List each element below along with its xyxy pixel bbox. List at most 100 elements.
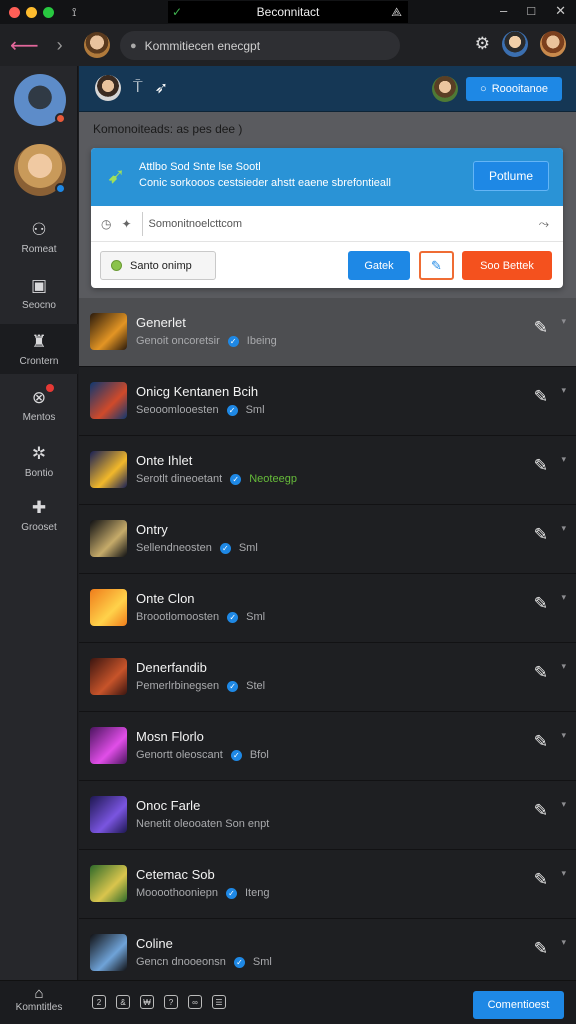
comment-button[interactable]: Comentioest [473, 991, 564, 1019]
pin-icon[interactable]: ✎ [534, 525, 548, 545]
list-item[interactable]: Onte Clon Broootlomoosten ✓ Sml ✎ ▾ [79, 574, 576, 643]
sidebar-item-mentos[interactable]: ⊗ Mentos [0, 384, 78, 428]
sidebar-item-seocno[interactable]: ▣ Seocno [0, 272, 78, 316]
pin-icon[interactable]: ✎ [534, 318, 548, 338]
header-button-label: Roooitanoe [491, 83, 548, 95]
tool-icon-6[interactable]: ☰ [212, 995, 226, 1009]
list-item-title: Ontry [136, 522, 168, 537]
tool-icon-2[interactable]: & [116, 995, 130, 1009]
edit-icon[interactable]: ✎ [419, 251, 454, 280]
list-item[interactable]: Onte Ihlet Serotlt dineoetant ✓ Neoteegp ✎ ▾ [79, 436, 576, 505]
game-thumbnail [90, 865, 127, 902]
header-user-avatar[interactable] [432, 76, 458, 102]
game-thumbnail [90, 313, 127, 350]
sidebar-item-grooset[interactable]: ✚ Grooset [0, 494, 78, 538]
tool-icon-1[interactable]: 2 [92, 995, 106, 1009]
close-window-button[interactable] [9, 6, 20, 18]
list-item-title: Cetemac Sob [136, 867, 215, 882]
tool-icon-3[interactable]: ₩ [140, 995, 154, 1009]
chevron-down-icon[interactable]: ▾ [561, 799, 566, 810]
secondary-action-button[interactable]: Soo Bettek [462, 251, 552, 280]
bottom-tools: 2 & ₩ ? ∞ ☰ [92, 995, 226, 1009]
notice-button[interactable]: Potlume [473, 161, 549, 191]
castle-icon[interactable]: ⍑ [133, 79, 143, 97]
list-item-tag: Iteng [244, 887, 270, 899]
header-action-button[interactable]: ○ Roooitanoe [466, 77, 562, 101]
pin-icon[interactable]: ✎ [534, 456, 548, 476]
chevron-down-icon[interactable]: ▾ [561, 730, 566, 741]
user-avatar[interactable] [502, 31, 528, 57]
minimize-icon[interactable]: – [500, 3, 507, 19]
close-icon[interactable]: ✕ [555, 3, 566, 19]
window-traffic-lights [9, 6, 54, 18]
user-avatar-2[interactable] [540, 31, 566, 57]
pin-icon[interactable]: ⟁ [391, 5, 402, 20]
pin-icon[interactable]: ✎ [534, 870, 548, 890]
list-item[interactable]: Ontry Sellendneosten ✓ Sml ✎ ▾ [79, 505, 576, 574]
home-icon: ⌂ [34, 985, 44, 1002]
header-avatar[interactable] [95, 75, 121, 101]
gamepad-icon: ⚇ [31, 220, 47, 239]
maximize-icon[interactable]: □ [527, 3, 535, 19]
sidebar-item-crontern[interactable]: ♜ Crontern [0, 324, 78, 374]
list-item-subtitle: Serotlt dineoetant ✓ Neoteegp [136, 473, 297, 485]
chevron-down-icon[interactable]: ▾ [561, 454, 566, 465]
minimize-window-button[interactable] [26, 6, 37, 18]
sidebar-item-romeat[interactable]: ⚇ Romeat [0, 216, 78, 260]
list-item-tag: Sml [245, 404, 265, 416]
pin-icon[interactable]: ✎ [534, 387, 548, 407]
game-thumbnail [90, 727, 127, 764]
list-item[interactable]: Onicg Kentanen Bcih Seooomlooesten ✓ Sml ✎ ▾ [79, 367, 576, 436]
share-icon[interactable]: ⤳ [539, 216, 549, 232]
list-item-meta: Serotlt dineoetant [136, 473, 223, 485]
pin-icon[interactable]: ✎ [534, 801, 548, 821]
sidebar-item-bontio[interactable]: ✲ Bontio [0, 440, 78, 484]
zoom-window-button[interactable] [43, 6, 54, 18]
verified-icon: ✓ [233, 956, 245, 968]
chevron-down-icon[interactable]: ▾ [561, 661, 566, 672]
sidebar-avatar-primary[interactable] [14, 74, 66, 126]
sidebar-item-label: Romeat [21, 244, 57, 255]
list-item[interactable]: Mosn Florlo Genortt oleoscant ✓ Bfol ✎ ▾ [79, 712, 576, 781]
status-dot-icon [111, 260, 122, 271]
verified-icon: ✓ [230, 749, 242, 761]
bird-icon[interactable]: ➶ [155, 78, 168, 98]
pin-icon[interactable]: ✎ [534, 732, 548, 752]
chevron-down-icon[interactable]: ▾ [561, 385, 566, 396]
list-item-tag: Sml [252, 956, 272, 968]
pin-icon[interactable]: ✎ [534, 939, 548, 959]
chevron-down-icon[interactable]: ▾ [561, 523, 566, 534]
url-text: Somonitnoelcttcom [148, 217, 243, 230]
tool-icon-4[interactable]: ? [164, 995, 178, 1009]
clock-icon[interactable]: ◷ [101, 217, 111, 231]
list-item[interactable]: Onoc Farle Nenetit oleooaten Son enpt ✎ ▾ [79, 781, 576, 850]
tool-icon-5[interactable]: ∞ [188, 995, 202, 1009]
chevron-down-icon[interactable]: ▾ [561, 868, 566, 879]
list-item-meta: Nenetit oleooaten Son enpt [136, 818, 270, 830]
sidebar-avatar-secondary[interactable] [14, 144, 66, 196]
status-selector[interactable]: Santo onimp [100, 251, 216, 280]
list-item-meta: Genortt oleoscant [136, 749, 223, 761]
pin-icon[interactable]: ✎ [534, 594, 548, 614]
pin-icon[interactable]: ✎ [534, 663, 548, 683]
game-list: Generlet Genoit oncoretsir ✓ Ibeing ✎ ▾ Onicg … [79, 298, 576, 988]
chevron-down-icon[interactable]: ▾ [561, 592, 566, 603]
list-item[interactable]: Generlet Genoit oncoretsir ✓ Ibeing ✎ ▾ [79, 298, 576, 367]
list-item[interactable]: Denerfandib Pemerlrbinegsen ✓ Stel ✎ ▾ [79, 643, 576, 712]
url-field[interactable]: Somonitnoelcttcom [141, 211, 243, 236]
profile-avatar[interactable] [84, 32, 110, 58]
game-thumbnail [90, 520, 127, 557]
chevron-down-icon[interactable]: ▾ [561, 937, 566, 948]
home-nav-item[interactable]: ⌂ Komntitles [0, 985, 78, 1013]
address-bar[interactable]: ● Kommitiecen enecgpt [120, 31, 400, 60]
chevron-down-icon[interactable]: ▾ [561, 316, 566, 327]
list-item[interactable]: Cetemac Sob Moooothooniepn ✓ Iteng ✎ ▾ [79, 850, 576, 919]
verified-icon: ✓ [230, 473, 242, 485]
forward-arrow-icon[interactable]: › [57, 35, 63, 56]
gear-icon[interactable]: ⚙ [475, 34, 490, 54]
star-icon[interactable]: ✦ [121, 217, 131, 231]
primary-action-button[interactable]: Gatek [348, 251, 410, 280]
game-thumbnail [90, 796, 127, 833]
back-arrow-icon[interactable]: ⟵ [10, 33, 39, 58]
list-item[interactable]: Coline Gencn dnooeonsn ✓ Sml ✎ ▾ [79, 919, 576, 988]
